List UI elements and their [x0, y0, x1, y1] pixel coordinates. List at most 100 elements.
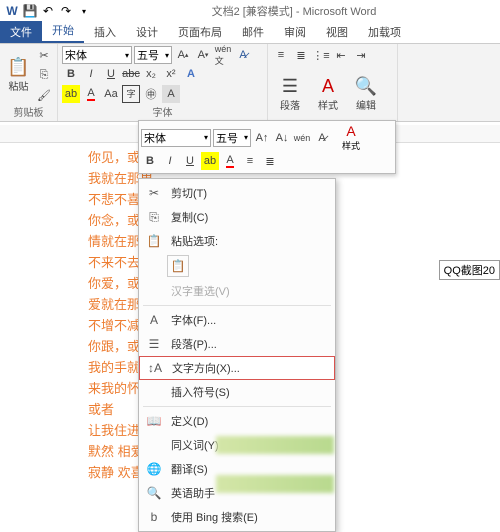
- subscript-button[interactable]: x₂: [142, 65, 160, 83]
- indent-button[interactable]: ⇥: [352, 46, 370, 64]
- ctx-para-label: 段落(P)...: [171, 336, 217, 352]
- format-painter-button[interactable]: 🖌: [35, 86, 53, 104]
- paste-keep-source[interactable]: 📋: [167, 255, 189, 277]
- ctx-bing-label: 使用 Bing 搜索(E): [171, 509, 258, 525]
- redo-icon[interactable]: ↷: [58, 3, 74, 19]
- tab-addins[interactable]: 加载项: [358, 21, 411, 43]
- ctx-define[interactable]: 📖定义(D): [139, 409, 335, 433]
- mini-styles-button[interactable]: A样式: [333, 123, 369, 152]
- edit-button[interactable]: 🔍编辑: [348, 69, 384, 119]
- numbering-button[interactable]: ≣: [292, 46, 310, 64]
- phonetic-button[interactable]: wén文: [214, 46, 232, 64]
- undo-icon[interactable]: ↶: [40, 3, 56, 19]
- group-clipboard: 📋粘贴 ✂ ⎘ 🖌 剪贴板: [0, 44, 58, 121]
- highlight-button[interactable]: ab: [62, 85, 80, 103]
- italic-button[interactable]: I: [82, 65, 100, 83]
- mini-highlight-button[interactable]: ab: [201, 152, 219, 170]
- font-color-button[interactable]: A: [82, 85, 100, 103]
- group-paragraph: ≡ ≣ ⋮≡ ⇤ ⇥ ☰段落 A样式 🔍编辑: [268, 44, 398, 121]
- text-effect-button[interactable]: A: [182, 65, 200, 83]
- ctx-copy[interactable]: ⎘复制(C): [139, 205, 335, 229]
- paragraph-button[interactable]: ☰段落: [272, 69, 308, 119]
- paragraph-icon: ☰: [145, 337, 163, 351]
- mini-italic-button[interactable]: I: [161, 152, 179, 170]
- tab-review[interactable]: 审阅: [274, 21, 316, 43]
- mini-size-select[interactable]: 五号▾: [213, 129, 251, 147]
- separator: [143, 305, 331, 306]
- mini-font-select[interactable]: 宋体▾: [141, 129, 211, 147]
- ctx-bing-search[interactable]: b使用 Bing 搜索(E): [139, 505, 335, 529]
- quick-access-toolbar: W 💾 ↶ ↷ ▾: [4, 3, 92, 19]
- scissors-icon: ✂: [145, 186, 163, 200]
- qq-screenshot-tag: QQ截图20: [439, 260, 500, 280]
- tab-layout[interactable]: 页面布局: [168, 21, 232, 43]
- char-scale-button[interactable]: A: [162, 85, 180, 103]
- styles-button[interactable]: A样式: [310, 69, 346, 119]
- tab-insert[interactable]: 插入: [84, 21, 126, 43]
- word-icon: W: [4, 3, 20, 19]
- ribbon-tabs: 文件 开始 插入 设计 页面布局 邮件 审阅 视图 加载项: [0, 22, 500, 44]
- mini-phonetic-button[interactable]: wén: [293, 129, 311, 147]
- grow-font-button[interactable]: A▴: [174, 46, 192, 64]
- ctx-hanzi: 汉字重选(V): [139, 279, 335, 303]
- enclose-button[interactable]: ㊥: [142, 85, 160, 103]
- char-border-button[interactable]: 字: [122, 85, 140, 103]
- ctx-cut[interactable]: ✂ 剪切(T): [139, 181, 335, 205]
- mini-bold-button[interactable]: B: [141, 152, 159, 170]
- ctx-font[interactable]: A字体(F)...: [139, 308, 335, 332]
- text-direction-icon: ↕A: [146, 361, 164, 375]
- bullets-button[interactable]: ≡: [272, 46, 290, 64]
- mini-bullets-button[interactable]: ≡: [241, 152, 259, 170]
- styles-icon: A: [322, 76, 334, 97]
- strike-button[interactable]: abc: [122, 65, 140, 83]
- ctx-hanzi-label: 汉字重选(V): [171, 283, 230, 299]
- ctx-text-direction[interactable]: ↕A文字方向(X)...: [139, 356, 335, 380]
- mini-numbering-button[interactable]: ≣: [261, 152, 279, 170]
- char-shading-button[interactable]: Aa: [102, 85, 120, 103]
- tab-home[interactable]: 开始: [42, 19, 84, 43]
- ctx-symbol-label: 插入符号(S): [171, 384, 230, 400]
- ctx-paste-label: 粘贴选项:: [171, 233, 218, 249]
- multilevel-button[interactable]: ⋮≡: [312, 46, 330, 64]
- clipboard-icon: 📋: [145, 234, 163, 248]
- font-group-label: 字体: [62, 104, 263, 119]
- size-select[interactable]: 五号▾: [134, 46, 172, 64]
- superscript-button[interactable]: x²: [162, 65, 180, 83]
- underline-button[interactable]: U: [102, 65, 120, 83]
- tab-file[interactable]: 文件: [0, 21, 42, 43]
- ctx-translate-label: 翻译(S): [171, 461, 208, 477]
- shrink-font-button[interactable]: A▾: [194, 46, 212, 64]
- mini-clear-button[interactable]: A̷: [313, 129, 331, 147]
- para-label: 段落: [280, 97, 300, 112]
- tab-view[interactable]: 视图: [316, 21, 358, 43]
- mini-shrink-button[interactable]: A↓: [273, 129, 291, 147]
- ctx-paste-opts: 📋 粘贴选项:: [139, 229, 335, 253]
- ctx-define-label: 定义(D): [171, 413, 208, 429]
- copy-button[interactable]: ⎘: [35, 66, 53, 84]
- mini-underline-button[interactable]: U: [181, 152, 199, 170]
- font-name: 宋体: [65, 47, 87, 63]
- ctx-synonym-label: 同义词(Y): [171, 437, 219, 453]
- mini-font-color-button[interactable]: A: [221, 152, 239, 170]
- tab-design[interactable]: 设计: [126, 21, 168, 43]
- cut-button[interactable]: ✂: [35, 46, 53, 64]
- ctx-insert-symbol[interactable]: 插入符号(S): [139, 380, 335, 404]
- mini-grow-button[interactable]: A↑: [253, 129, 271, 147]
- blurred-region: [216, 436, 334, 454]
- ctx-cut-label: 剪切(T): [171, 185, 207, 201]
- mini-size: 五号: [216, 130, 238, 146]
- font-select[interactable]: 宋体▾: [62, 46, 132, 64]
- clear-format-button[interactable]: A̷: [234, 46, 252, 64]
- outdent-button[interactable]: ⇤: [332, 46, 350, 64]
- tab-mail[interactable]: 邮件: [232, 21, 274, 43]
- ctx-paragraph[interactable]: ☰ 段落(P)...: [139, 332, 335, 356]
- paste-label: 粘贴: [9, 78, 29, 93]
- save-icon[interactable]: 💾: [22, 3, 38, 19]
- mini-font-name: 宋体: [144, 130, 166, 146]
- qat-more-icon[interactable]: ▾: [76, 3, 92, 19]
- styles-label: 样式: [318, 97, 338, 112]
- paste-button[interactable]: 📋粘贴: [4, 50, 33, 100]
- copy-icon: ⎘: [145, 210, 163, 225]
- bold-button[interactable]: B: [62, 65, 80, 83]
- separator: [143, 406, 331, 407]
